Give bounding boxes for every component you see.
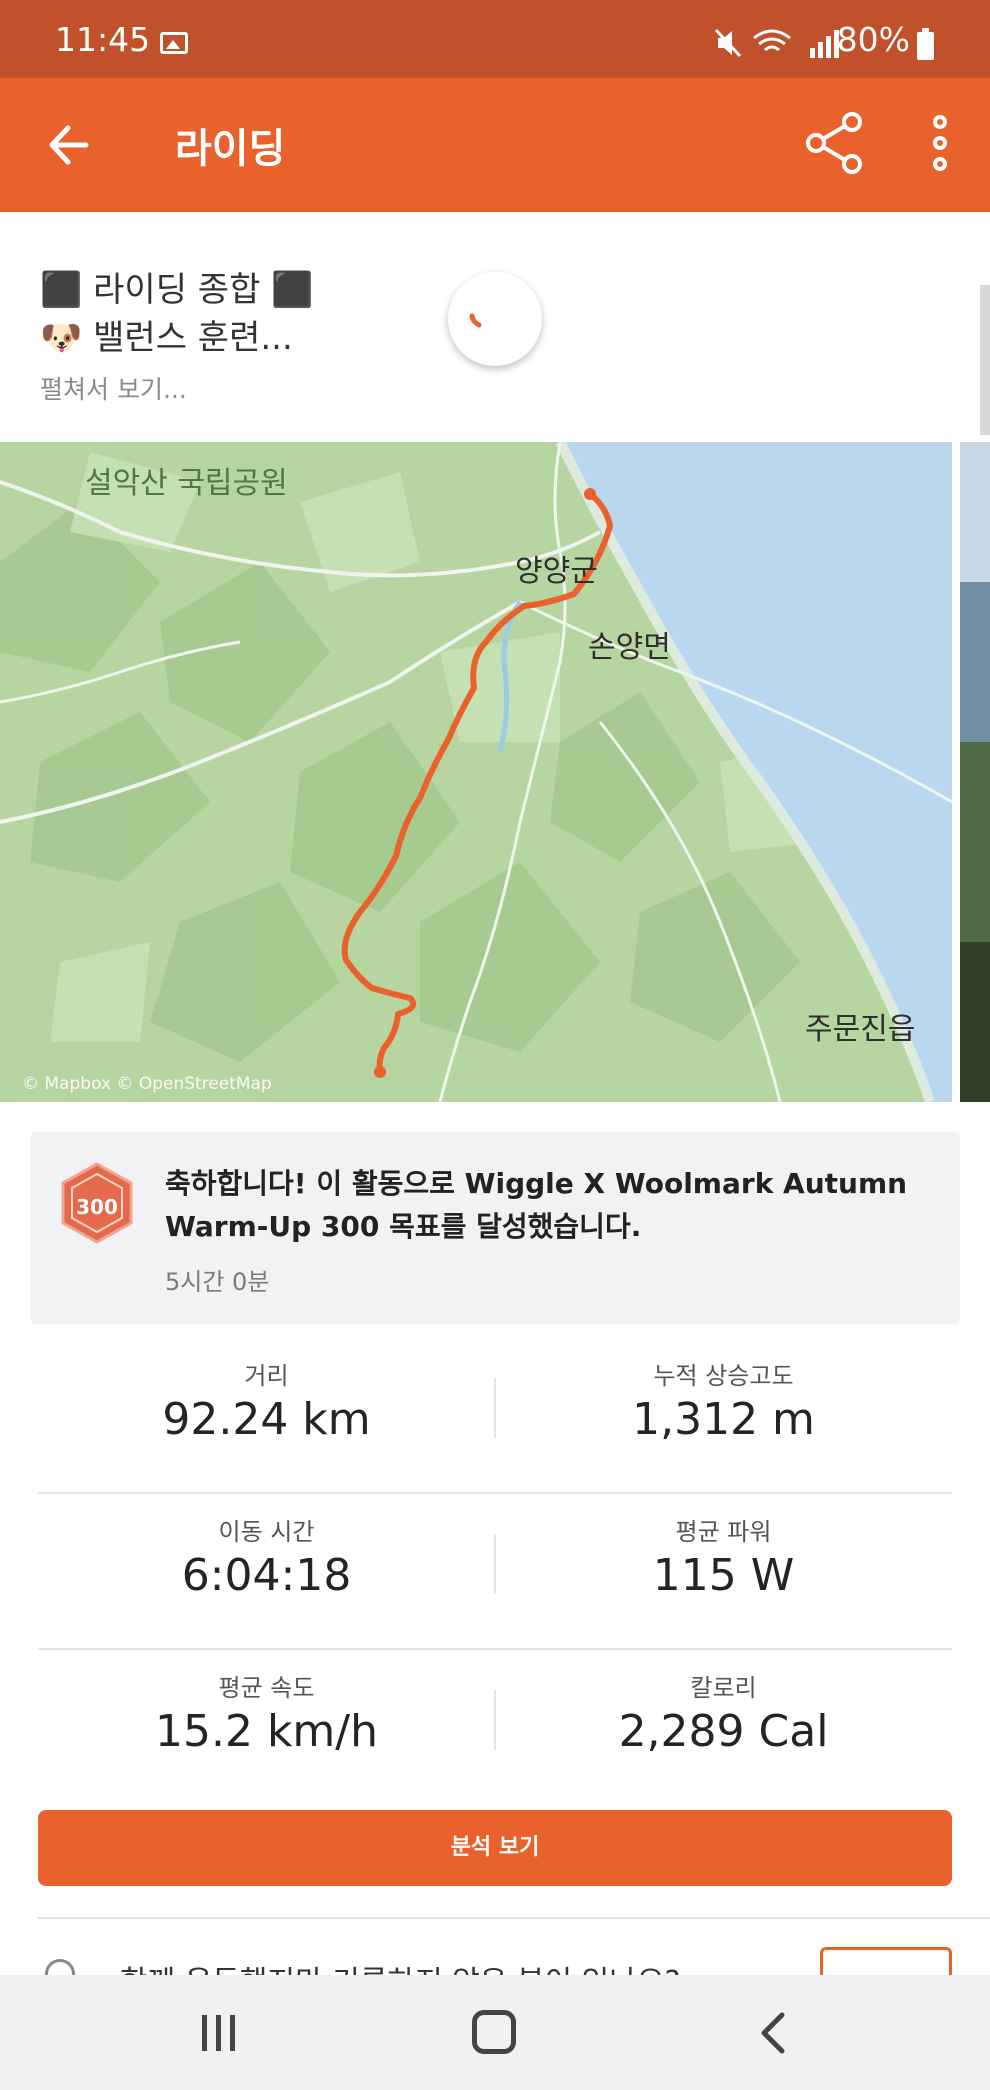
system-nav-bar (0, 1975, 990, 2090)
signal-icon (810, 30, 839, 58)
activity-title-line1: ⬛ 라이딩 종합 ⬛ (40, 270, 314, 310)
battery-icon (917, 28, 934, 60)
activity-header: ⬛ 라이딩 종합 ⬛ 🐶 밸런스 훈련... 펼쳐서 보기... (0, 212, 990, 442)
add-others-button[interactable] (820, 1947, 952, 1975)
stat-moving-time: 이동 시간 6:04:18 (38, 1494, 495, 1650)
page-title: 라이딩 (175, 126, 286, 172)
mute-icon (714, 28, 742, 58)
stat-label: 평균 속도 (218, 1674, 315, 1702)
image-icon (160, 32, 188, 54)
badge-number: 300 (76, 1195, 118, 1219)
stat-row: 거리 92.24 km 누적 상승고도 1,312 m (38, 1338, 952, 1494)
status-time: 11:45 (55, 20, 151, 59)
stat-row: 이동 시간 6:04:18 평균 파워 115 W (38, 1494, 952, 1650)
stat-value: 115 W (652, 1550, 795, 1601)
stat-value: 15.2 km/h (154, 1706, 378, 1757)
challenge-badge-icon: 300 (61, 1162, 133, 1244)
battery-percent: 80% (836, 20, 910, 59)
app-bar: 라이딩 (0, 78, 990, 212)
stat-avg-speed: 평균 속도 15.2 km/h (38, 1650, 495, 1806)
achievement-time: 5시간 0분 (165, 1268, 270, 1296)
stat-label: 거리 (244, 1362, 289, 1390)
stat-value: 6:04:18 (181, 1550, 352, 1601)
map-label-jumunjin: 주문진읍 (805, 1012, 916, 1047)
recent-apps-icon[interactable] (198, 2013, 240, 2053)
stat-elevation: 누적 상승고도 1,312 m (495, 1338, 952, 1494)
achievement-card[interactable]: 300 축하합니다! 이 활동으로 Wiggle X Woolmark Autu… (30, 1132, 960, 1324)
stat-row: 평균 속도 15.2 km/h 칼로리 2,289 Cal (38, 1650, 952, 1806)
status-bar: 11:45 80% (0, 0, 990, 78)
back-nav-icon[interactable] (758, 2011, 788, 2055)
add-others-row[interactable]: 함께 운동했지만 기록하지 않은 분이 있나요? (0, 1945, 990, 1975)
route-map[interactable]: 설악산 국립공원 양양군 손양면 주문진읍 © Mapbox © OpenStr… (0, 442, 952, 1102)
scrollbar[interactable] (980, 285, 990, 435)
map-label-sonyang: 손양면 (588, 630, 671, 665)
stat-distance: 거리 92.24 km (38, 1338, 495, 1494)
stat-value: 1,312 m (632, 1394, 815, 1445)
achievement-message: 축하합니다! 이 활동으로 Wiggle X Woolmark Autumn W… (165, 1167, 908, 1243)
add-others-text: 함께 운동했지만 기록하지 않은 분이 있나요? (120, 1957, 680, 1975)
map-label-yangyang: 양양군 (515, 554, 598, 589)
stat-label: 이동 시간 (218, 1518, 315, 1546)
stat-value: 92.24 km (162, 1394, 371, 1445)
stat-label: 칼로리 (690, 1674, 757, 1702)
map-canvas (0, 442, 952, 1102)
stat-value: 2,289 Cal (618, 1706, 829, 1757)
person-icon (45, 1959, 75, 1975)
map-label-park: 설악산 국립공원 (85, 466, 288, 501)
stat-label: 평균 파워 (675, 1518, 772, 1546)
stat-avg-power: 평균 파워 115 W (495, 1494, 952, 1650)
more-options-icon[interactable] (915, 108, 965, 178)
loading-spinner-icon (448, 272, 542, 366)
view-analysis-button[interactable]: 분석 보기 (38, 1810, 952, 1886)
divider (38, 1917, 990, 1919)
activity-stats: 거리 92.24 km 누적 상승고도 1,312 m 이동 시간 6:04:1… (38, 1338, 952, 1806)
home-icon[interactable] (472, 2010, 516, 2054)
map-attribution: © Mapbox © OpenStreetMap (22, 1074, 272, 1094)
stat-calories: 칼로리 2,289 Cal (495, 1650, 952, 1806)
share-icon[interactable] (800, 108, 870, 178)
stat-label: 누적 상승고도 (653, 1362, 794, 1390)
activity-photo-preview[interactable] (960, 442, 990, 1102)
expand-description-link[interactable]: 펼쳐서 보기... (40, 370, 187, 406)
wifi-icon (753, 29, 791, 52)
activity-title-line2: 🐶 밸런스 훈련... (40, 318, 293, 358)
back-arrow-icon[interactable] (40, 114, 102, 176)
